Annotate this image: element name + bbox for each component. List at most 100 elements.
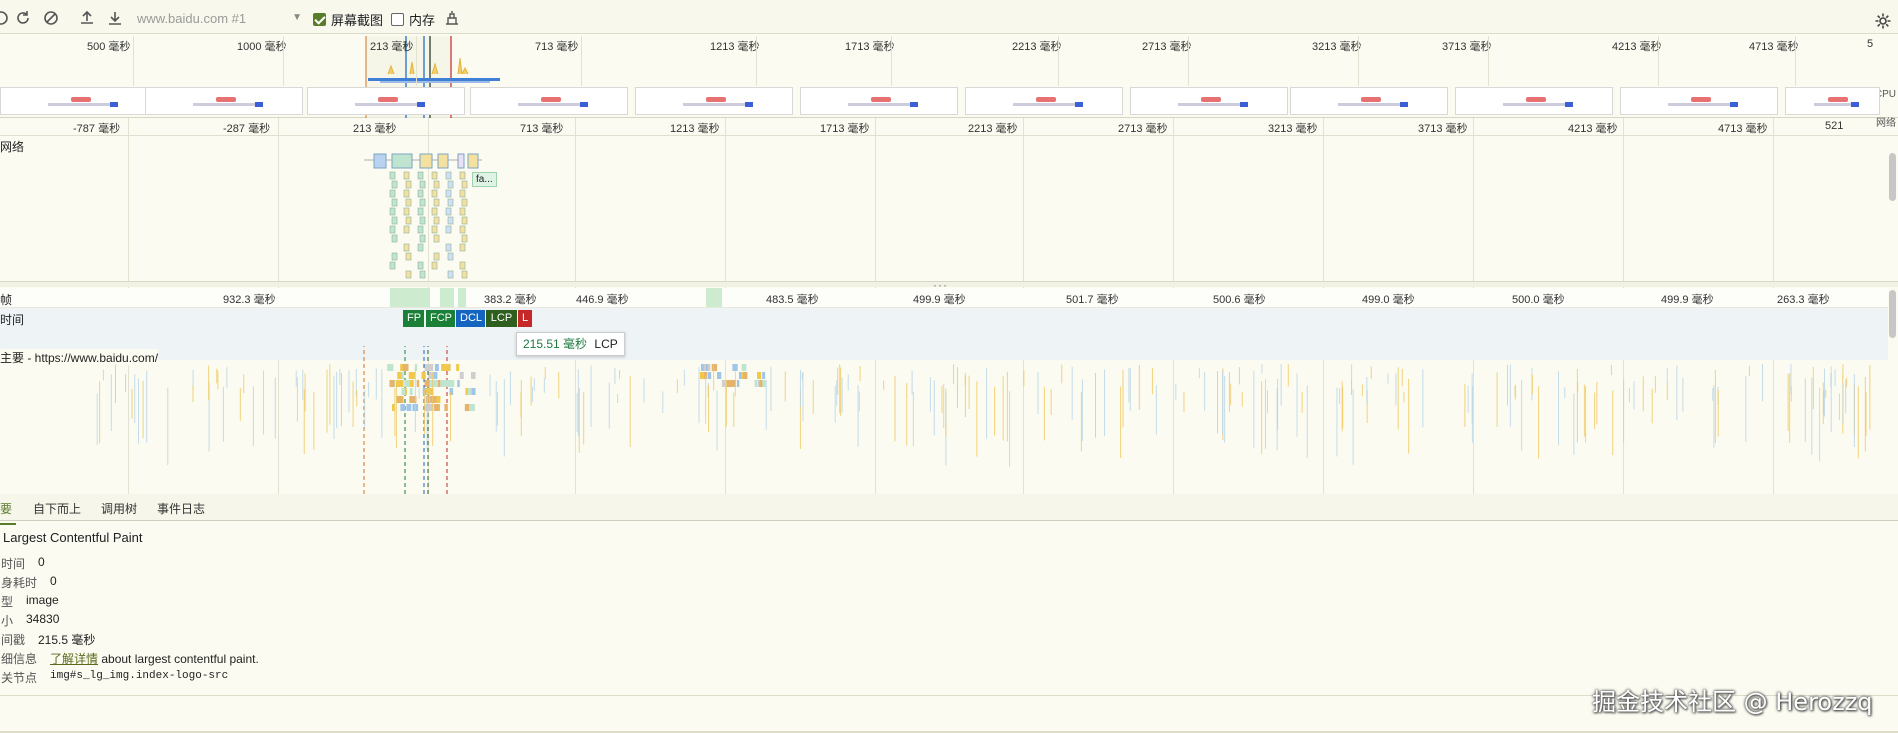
- frame-block[interactable]: [458, 288, 466, 307]
- baidu-logo-icon: [216, 97, 237, 102]
- search-button-shape: [580, 102, 589, 107]
- main-tick-label: 4713 毫秒: [1718, 123, 1768, 135]
- screenshot-thumbnail[interactable]: [800, 87, 958, 115]
- clear-icon[interactable]: [42, 9, 60, 27]
- grid-line: [133, 36, 134, 86]
- network-track[interactable]: 网络 fa...: [0, 136, 1888, 281]
- reload-icon[interactable]: [14, 9, 32, 27]
- tab-event-log[interactable]: 事件日志: [157, 500, 205, 517]
- grid-line: [756, 36, 757, 86]
- frame-duration-label: 932.3 毫秒: [223, 294, 276, 306]
- main-tick-label: 4213 毫秒: [1568, 123, 1618, 135]
- search-box-shape: [47, 103, 111, 106]
- frames-track-title: 帧: [0, 293, 13, 307]
- tab-summary[interactable]: 要: [0, 500, 17, 525]
- search-button-shape: [1730, 102, 1739, 107]
- settings-gear-icon[interactable]: [1874, 12, 1892, 30]
- screenshot-thumbnail[interactable]: [1455, 87, 1613, 115]
- overview-tick-label: 713 毫秒: [535, 41, 579, 53]
- download-icon[interactable]: [106, 9, 124, 27]
- baidu-logo-icon: [1827, 97, 1848, 102]
- related-node-link[interactable]: img#s_lg_img.index-logo-src: [50, 670, 228, 682]
- main-flame-chart: [96, 346, 1871, 494]
- grid-line: [1488, 36, 1489, 86]
- timing-marker-l[interactable]: L: [518, 310, 532, 327]
- frame-duration-label: 263.3 毫秒: [1777, 294, 1830, 306]
- screenshot-thumbnail[interactable]: [1130, 87, 1288, 115]
- grid-line: [1358, 36, 1359, 86]
- grid-line: [1188, 36, 1189, 86]
- timing-marker-fp[interactable]: FP: [403, 310, 424, 327]
- screenshot-thumbnail[interactable]: [1785, 87, 1880, 115]
- frame-block[interactable]: [390, 288, 430, 307]
- frame-block[interactable]: [440, 288, 454, 307]
- baidu-logo-icon: [378, 97, 399, 102]
- main-tick-label: 521: [1825, 120, 1844, 132]
- details-tabs: 要 自下而上 调用树 事件日志: [0, 494, 1898, 525]
- main-thread-track[interactable]: 主要 - https://www.baidu.com/: [0, 346, 1888, 494]
- baidu-logo-icon: [1526, 97, 1547, 102]
- main-tick-label: 1713 毫秒: [820, 123, 870, 135]
- main-tick-label: 713 毫秒: [520, 123, 564, 135]
- network-scrollbar[interactable]: [1889, 153, 1896, 201]
- grid-line: [1795, 36, 1796, 86]
- main-tick-label: 2713 毫秒: [1118, 123, 1168, 135]
- frames-track[interactable]: 帧 932.3 毫秒 383.2 毫秒 446.9 毫秒 483.5 毫秒 499.9 …: [0, 288, 1888, 308]
- checkbox-unchecked-icon: [391, 12, 404, 26]
- search-box-shape: [847, 103, 911, 106]
- timeline-scrollbar[interactable]: [1889, 290, 1896, 338]
- recording-select-value: www.baidu.com #1: [137, 11, 247, 26]
- summary-panel: Largest Contentful Paint 时间 0 身耗时 0 型 im…: [0, 521, 1898, 696]
- overview-tick-label: 5: [1867, 38, 1874, 50]
- screenshot-thumbnail[interactable]: [965, 87, 1123, 115]
- baidu-logo-icon: [541, 97, 562, 102]
- search-box-shape: [1012, 103, 1076, 106]
- row-key: 身耗时: [1, 576, 38, 590]
- screenshot-thumbnail[interactable]: [307, 87, 465, 115]
- overview-tick-label: 1213 毫秒: [710, 41, 760, 53]
- overview-tick-label: 4213 毫秒: [1612, 41, 1662, 53]
- timing-marker-lcp[interactable]: LCP: [486, 310, 517, 327]
- tab-call-tree[interactable]: 调用树: [101, 500, 137, 517]
- frame-block[interactable]: [706, 288, 722, 307]
- main-tick-label: 3713 毫秒: [1418, 123, 1468, 135]
- learn-more-link[interactable]: 了解详情: [50, 652, 98, 666]
- overview-tick-label: 213 毫秒: [370, 41, 414, 53]
- screenshot-thumbnail[interactable]: [145, 87, 303, 115]
- memory-checkbox[interactable]: 内存: [391, 11, 435, 28]
- row-key: 时间: [1, 557, 26, 571]
- panel-splitter[interactable]: ···: [0, 278, 1898, 292]
- row-value: 0: [50, 574, 57, 588]
- event-title: Largest Contentful Paint: [3, 530, 143, 545]
- search-button-shape: [255, 102, 264, 107]
- record-icon[interactable]: [0, 9, 10, 27]
- tab-bottom-up[interactable]: 自下而上: [33, 500, 81, 517]
- baidu-logo-icon: [1691, 97, 1712, 102]
- search-box-shape: [1667, 103, 1731, 106]
- main-tick-label: 1213 毫秒: [670, 123, 720, 135]
- network-request-label[interactable]: fa...: [472, 172, 497, 187]
- search-button-shape: [1075, 102, 1084, 107]
- screenshot-thumbnail[interactable]: [0, 87, 158, 115]
- garbage-collect-icon[interactable]: [443, 9, 461, 27]
- main-tick-label: -787 毫秒: [73, 123, 121, 135]
- timing-marker-dcl[interactable]: DCL: [456, 310, 485, 327]
- screenshot-thumbnail[interactable]: [1620, 87, 1778, 115]
- search-button-shape: [1851, 102, 1860, 107]
- row-value: 0: [38, 555, 45, 569]
- grid-line: [416, 36, 417, 86]
- grid-line: [1658, 36, 1659, 86]
- checkbox-checked-icon: [313, 12, 326, 26]
- upload-icon[interactable]: [78, 9, 96, 27]
- timing-marker-fcp[interactable]: FCP: [426, 310, 455, 327]
- overview-tick-label: 3713 毫秒: [1442, 41, 1492, 53]
- screenshot-thumbnail[interactable]: [635, 87, 793, 115]
- recording-select[interactable]: www.baidu.com #1 ▼: [137, 11, 302, 28]
- baidu-logo-icon: [1201, 97, 1222, 102]
- screenshots-checkbox[interactable]: 屏幕截图: [313, 11, 383, 28]
- screenshot-thumbnail[interactable]: [1290, 87, 1448, 115]
- overview-tick-label: 1000 毫秒: [237, 41, 287, 53]
- frame-duration-label: 501.7 毫秒: [1066, 294, 1119, 306]
- timings-track-title: 时间: [0, 313, 25, 327]
- screenshot-thumbnail[interactable]: [470, 87, 628, 115]
